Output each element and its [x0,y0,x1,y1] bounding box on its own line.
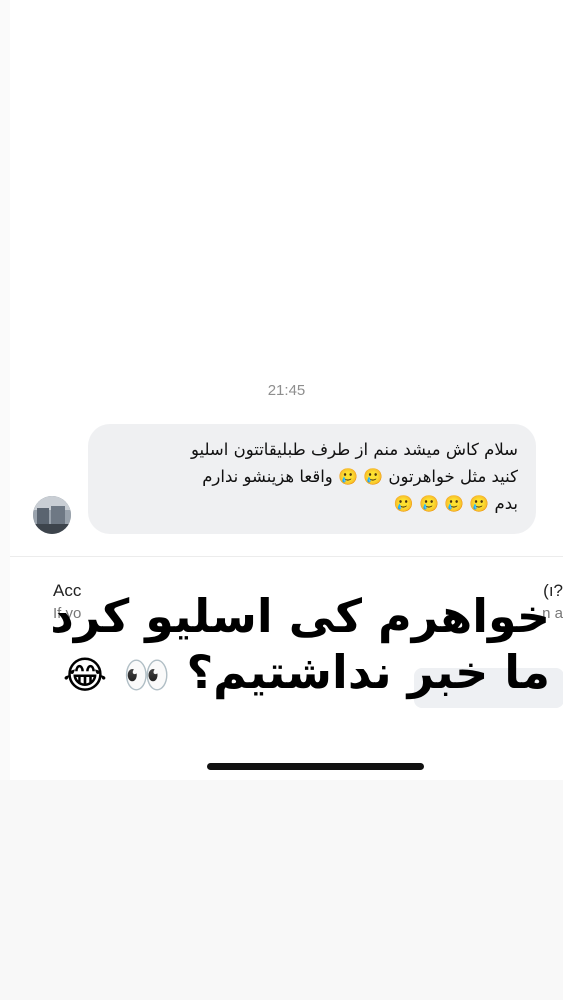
cry-emoji-icon: 🥲 [363,467,384,486]
overlay-line-1: خواهرم کی اسلیو کرد [50,589,550,643]
laughing-emoji-icon: 😂 [62,653,108,697]
cry-emoji-icon: 🥲 [469,494,490,513]
page-background [0,780,563,1000]
message-line-3: بدم 🥲 🥲 🥲 🥲 [106,490,518,517]
message-timestamp: 21:45 [267,382,306,399]
message-text: بدم [494,494,518,513]
message-text: کنید مثل خواهرتون [388,467,518,486]
message-line-2: کنید مثل خواهرتون 🥲 🥲 واقعا هزینشو ندارم [106,463,518,490]
message-line-1: سلام کاش میشد منم از طرف طبلیقاتتون اسلی… [190,440,518,459]
cry-emoji-icon: 🥲 [338,467,358,486]
message-text: واقعا هزینشو ندارم [202,467,333,486]
overlay-text: ما خبر نداشتیم؟ [186,645,551,699]
cry-emoji-icon: 🥲 [419,494,439,513]
cry-emoji-icon: 🥲 [444,494,465,513]
story-text-overlay: خواهرم کی اسلیو کرد ما خبر نداشتیم؟ 👀 😂 [50,588,551,703]
avatar-photo-icon [33,496,71,534]
overlay-line-2: ما خبر نداشتیم؟ 👀 😂 [63,644,551,703]
avatar[interactable] [33,496,71,534]
divider [10,556,563,557]
chat-screen: 21:45 سلام کاش میشد منم از طرف طبلیقاتتو… [10,0,563,780]
home-indicator[interactable] [207,763,424,770]
eyes-emoji-icon: 👀 [123,653,171,697]
received-message-bubble[interactable]: سلام کاش میشد منم از طرف طبلیقاتتون اسلی… [88,424,536,534]
cry-emoji-icon: 🥲 [393,494,414,513]
